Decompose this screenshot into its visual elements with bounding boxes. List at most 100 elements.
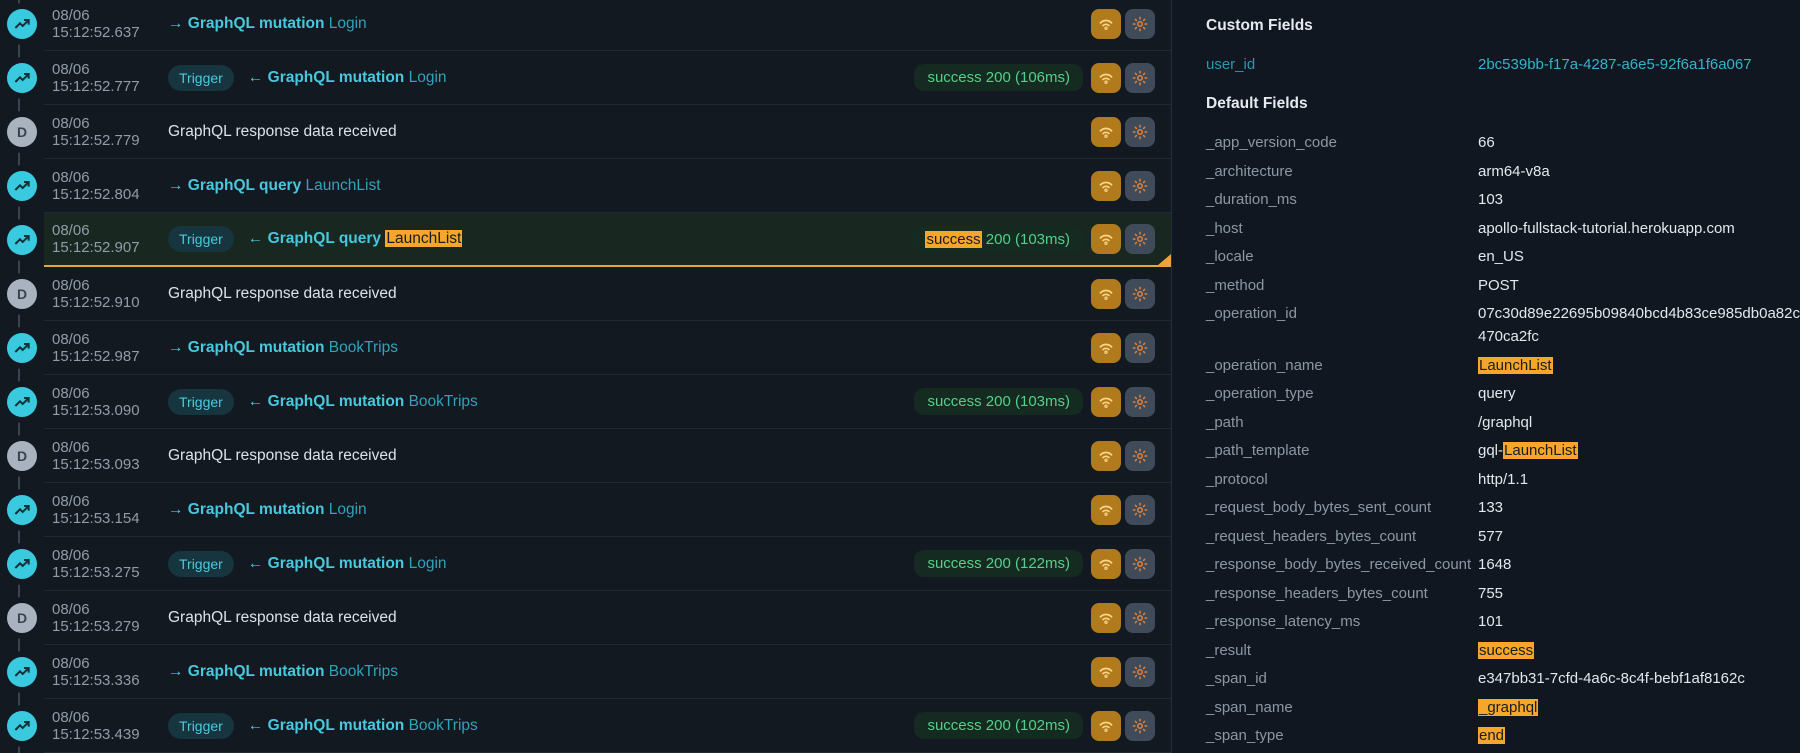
network-capture-button[interactable] xyxy=(1091,387,1121,417)
highlight-button[interactable] xyxy=(1125,657,1155,687)
debug-log-icon: D xyxy=(17,286,27,302)
sun-icon xyxy=(1131,123,1149,141)
highlight-button[interactable] xyxy=(1125,495,1155,525)
detail-field-row: _span_type end xyxy=(1206,724,1800,747)
text-part: LaunchList xyxy=(306,177,381,194)
timeline-dot xyxy=(7,657,37,687)
timeline-dot xyxy=(7,495,37,525)
highlight-button[interactable] xyxy=(1125,9,1155,39)
highlight-button[interactable] xyxy=(1125,387,1155,417)
timeline-dot: D xyxy=(7,279,37,309)
field-value: LaunchList xyxy=(1478,354,1800,377)
sun-icon xyxy=(1131,285,1149,303)
sun-icon xyxy=(1131,717,1149,735)
highlight-button[interactable] xyxy=(1125,603,1155,633)
network-capture-button[interactable] xyxy=(1091,224,1121,254)
timeline-row[interactable]: 08/06 15:12:52.987 → GraphQL mutation Bo… xyxy=(0,321,1171,375)
event-text: ← GraphQL mutation BookTrips xyxy=(248,393,478,411)
trigger-badge: Trigger xyxy=(168,713,234,739)
wifi-icon xyxy=(1097,230,1115,248)
network-capture-button[interactable] xyxy=(1091,333,1121,363)
timeline-row[interactable]: D 08/06 15:12:52.910 GraphQL response da… xyxy=(0,267,1171,321)
text-part: success 200 (103ms) xyxy=(927,393,1070,410)
custom-fields-title: Custom Fields xyxy=(1206,14,1800,37)
event-label: ← GraphQL query xyxy=(248,230,386,247)
highlight-button[interactable] xyxy=(1125,549,1155,579)
field-key: _span_name xyxy=(1206,696,1478,719)
search-match-highlight: success xyxy=(925,231,981,248)
text-part: Login xyxy=(409,555,447,572)
wifi-icon xyxy=(1097,717,1115,735)
search-match-highlight: success xyxy=(1478,642,1534,659)
network-capture-button[interactable] xyxy=(1091,171,1121,201)
timeline-row[interactable]: 08/06 15:12:52.637 → GraphQL mutation Lo… xyxy=(0,0,1171,51)
wifi-icon xyxy=(1097,609,1115,627)
event-timestamp: 08/06 15:12:52.910 xyxy=(52,277,168,311)
timeline-row-content: 08/06 15:12:52.637 → GraphQL mutation Lo… xyxy=(44,0,1171,51)
detail-field-row: _operation_name LaunchList xyxy=(1206,354,1800,377)
network-capture-button[interactable] xyxy=(1091,495,1121,525)
timeline-row[interactable]: 08/06 15:12:52.804 → GraphQL query Launc… xyxy=(0,159,1171,213)
network-capture-button[interactable] xyxy=(1091,603,1121,633)
status-badge: success 200 (122ms) xyxy=(914,550,1083,577)
timeline-row[interactable]: D 08/06 15:12:53.093 GraphQL response da… xyxy=(0,429,1171,483)
sun-icon xyxy=(1131,339,1149,357)
timeline-row-content: 08/06 15:12:52.987 → GraphQL mutation Bo… xyxy=(44,321,1171,375)
network-capture-button[interactable] xyxy=(1091,549,1121,579)
highlight-button[interactable] xyxy=(1125,117,1155,147)
timeline-row[interactable]: D 08/06 15:12:53.279 GraphQL response da… xyxy=(0,591,1171,645)
timeline-row[interactable]: D 08/06 15:12:52.779 GraphQL response da… xyxy=(0,105,1171,159)
network-capture-button[interactable] xyxy=(1091,279,1121,309)
detail-field-row: _architecture arm64-v8a xyxy=(1206,160,1800,183)
field-key: _request_body_bytes_sent_count xyxy=(1206,496,1478,519)
event-text: ← GraphQL mutation Login xyxy=(248,69,447,87)
field-value: /graphql xyxy=(1478,411,1800,434)
row-actions xyxy=(1091,333,1155,363)
highlight-button[interactable] xyxy=(1125,711,1155,741)
timeline-row[interactable]: 08/06 15:12:53.275 Trigger ← GraphQL mut… xyxy=(0,537,1171,591)
text-part: BookTrips xyxy=(409,393,478,410)
row-actions: success 200 (122ms) xyxy=(914,549,1155,579)
field-value: gql-LaunchList xyxy=(1478,439,1800,462)
timeline-row[interactable]: 08/06 15:12:53.336 → GraphQL mutation Bo… xyxy=(0,645,1171,699)
timeline-row-content: 08/06 15:12:53.090 Trigger ← GraphQL mut… xyxy=(44,375,1171,429)
timeline-row[interactable]: 08/06 15:12:53.090 Trigger ← GraphQL mut… xyxy=(0,375,1171,429)
field-key: _response_latency_ms xyxy=(1206,610,1478,633)
field-value: apollo-fullstack-tutorial.herokuapp.com xyxy=(1478,217,1800,240)
sun-icon xyxy=(1131,609,1149,627)
network-capture-button[interactable] xyxy=(1091,63,1121,93)
network-capture-button[interactable] xyxy=(1091,657,1121,687)
timeline-row[interactable]: 08/06 15:12:53.439 Trigger ← GraphQL mut… xyxy=(0,699,1171,753)
highlight-button[interactable] xyxy=(1125,333,1155,363)
highlight-button[interactable] xyxy=(1125,279,1155,309)
timeline-icon-cell: D xyxy=(0,105,44,159)
row-actions: success 200 (102ms) xyxy=(914,711,1155,741)
text-part: 2bc539bb-f17a-4287-a6e5-92f6a1f6a067 xyxy=(1478,56,1752,73)
highlight-button[interactable] xyxy=(1125,441,1155,471)
network-capture-button[interactable] xyxy=(1091,9,1121,39)
operation-name: BookTrips xyxy=(409,393,478,410)
timeline-row[interactable]: 08/06 15:12:53.154 → GraphQL mutation Lo… xyxy=(0,483,1171,537)
event-text: GraphQL response data received xyxy=(168,609,397,627)
field-key: _operation_type xyxy=(1206,382,1478,405)
network-capture-button[interactable] xyxy=(1091,117,1121,147)
network-capture-button[interactable] xyxy=(1091,711,1121,741)
field-value: 103 xyxy=(1478,188,1800,211)
timeline-row[interactable]: 08/06 15:12:52.907 Trigger ← GraphQL que… xyxy=(0,213,1171,267)
text-part: Login xyxy=(329,15,367,32)
text-part: success 200 (102ms) xyxy=(927,717,1070,734)
timeline-row-content: 08/06 15:12:52.777 Trigger ← GraphQL mut… xyxy=(44,51,1171,105)
field-key: _operation_id xyxy=(1206,302,1478,348)
highlight-button[interactable] xyxy=(1125,63,1155,93)
highlight-button[interactable] xyxy=(1125,224,1155,254)
trend-up-icon xyxy=(14,232,30,248)
event-label: → GraphQL mutation xyxy=(168,339,329,356)
sun-icon xyxy=(1131,230,1149,248)
timeline-row[interactable]: 08/06 15:12:52.777 Trigger ← GraphQL mut… xyxy=(0,51,1171,105)
text-part: gql- xyxy=(1478,442,1503,459)
text-part: 103 xyxy=(1478,191,1503,208)
network-capture-button[interactable] xyxy=(1091,441,1121,471)
text-part: success 200 (122ms) xyxy=(927,555,1070,572)
text-part: 755 xyxy=(1478,585,1503,602)
highlight-button[interactable] xyxy=(1125,171,1155,201)
